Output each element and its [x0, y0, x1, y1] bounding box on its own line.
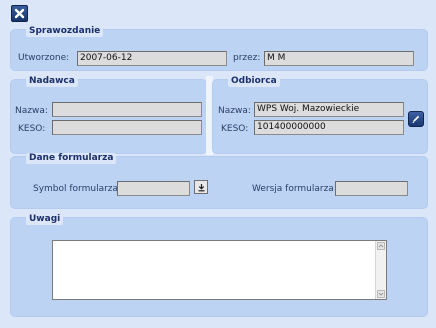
download-arrow-icon[interactable] — [194, 180, 208, 194]
recipient-keso-label: KESO: — [221, 124, 249, 134]
scroll-down-icon[interactable] — [377, 290, 385, 298]
sender-keso-label: KESO: — [18, 124, 46, 134]
recipient-name-field[interactable]: WPS Woj. Mazowieckie — [254, 102, 404, 117]
sender-name-label: Nazwa: — [15, 106, 48, 116]
recipient-keso-field[interactable]: 101400000000 — [254, 120, 404, 135]
scroll-up-icon[interactable] — [377, 242, 385, 250]
notes-scrollbar[interactable] — [375, 241, 386, 299]
notes-textarea[interactable] — [52, 240, 387, 300]
symbol-field[interactable] — [117, 181, 190, 196]
symbol-label: Symbol formularza: — [33, 184, 122, 194]
section-sprawozdanie-legend: Sprawozdanie — [26, 26, 104, 37]
recipient-name-label: Nazwa: — [218, 106, 251, 116]
sender-keso-field[interactable] — [52, 120, 202, 135]
close-icon[interactable] — [11, 5, 28, 22]
by-field[interactable]: M M — [264, 51, 414, 66]
by-label: przez: — [233, 53, 261, 63]
section-divider — [206, 76, 213, 155]
pencil-edit-icon[interactable] — [408, 111, 424, 127]
dialog-window: Sprawozdanie Utworzone: 2007-06-12 przez… — [0, 0, 436, 328]
version-field[interactable] — [335, 181, 408, 196]
sender-name-field[interactable] — [52, 102, 202, 117]
created-label: Utworzone: — [18, 53, 70, 63]
created-field[interactable]: 2007-06-12 — [77, 51, 227, 66]
section-dane-legend: Dane formularza — [26, 153, 117, 164]
section-odbiorca-legend: Odbiorca — [228, 76, 280, 87]
section-uwagi-legend: Uwagi — [26, 214, 64, 225]
version-label: Wersja formularza: — [252, 184, 337, 194]
section-nadawca-legend: Nadawca — [26, 76, 78, 87]
